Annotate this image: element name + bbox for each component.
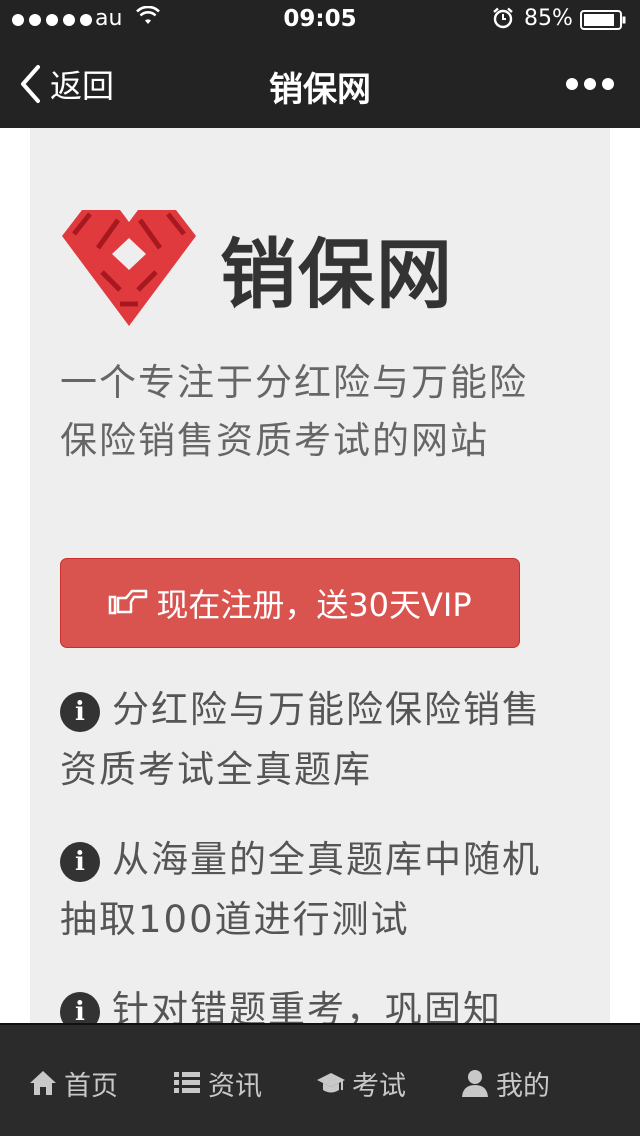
tab-label: 我的 <box>496 1070 550 1102</box>
register-button-label: 现在注册，送30天VIP <box>156 586 472 624</box>
more-options-button[interactable] <box>566 76 614 92</box>
feature-text: 针对错题重考，巩固知 <box>112 988 502 1023</box>
tab-label: 考试 <box>352 1070 406 1102</box>
graduation-cap-icon <box>317 1073 345 1093</box>
hand-pointing-icon <box>109 589 148 615</box>
feature-text: 从海量的全真题库中随机抽取100道进行测试 <box>60 838 541 941</box>
feature-text: 分红险与万能险保险销售资质考试全真题库 <box>60 688 541 791</box>
register-button[interactable]: 现在注册，送30天VIP <box>60 558 520 648</box>
status-bar: au 09:05 85% <box>0 0 640 40</box>
tab-exam[interactable]: 考试 <box>316 1063 406 1103</box>
page-title: 销保网 <box>269 70 371 110</box>
main-content: 销保网 一个专注于分红险与万能险保险销售资质考试的网站 现在注册，送30天VIP… <box>30 128 610 1023</box>
brand-logo: 销保网 <box>60 208 454 328</box>
more-dots-icon <box>566 78 578 90</box>
tab-label: 首页 <box>64 1070 118 1102</box>
heart-logo-icon <box>62 210 196 326</box>
home-icon <box>30 1071 56 1095</box>
battery-icon <box>580 10 626 30</box>
navigation-bar: 返回 销保网 <box>0 40 640 128</box>
feature-item: i 分红险与万能险保险销售资质考试全真题库 <box>60 680 550 800</box>
tab-me[interactable]: 我的 <box>460 1063 550 1103</box>
info-icon: i <box>60 842 100 882</box>
alarm-icon <box>493 7 513 29</box>
tab-home[interactable]: 首页 <box>28 1063 118 1103</box>
brand-name: 销保网 <box>220 230 454 319</box>
tab-label: 资讯 <box>208 1070 262 1102</box>
site-tagline: 一个专注于分红险与万能险保险销售资质考试的网站 <box>60 361 528 462</box>
info-icon: i <box>60 992 100 1023</box>
list-icon <box>174 1072 200 1093</box>
battery-percentage: 85% <box>524 6 573 31</box>
bottom-tab-bar: 首页 资讯 考试 我的 <box>0 1023 640 1136</box>
feature-item: i 从海量的全真题库中随机抽取100道进行测试 <box>60 830 550 950</box>
feature-item: i 针对错题重考，巩固知 <box>60 980 550 1023</box>
tab-news[interactable]: 资讯 <box>172 1063 262 1103</box>
info-icon: i <box>60 692 100 732</box>
user-icon <box>462 1070 488 1097</box>
